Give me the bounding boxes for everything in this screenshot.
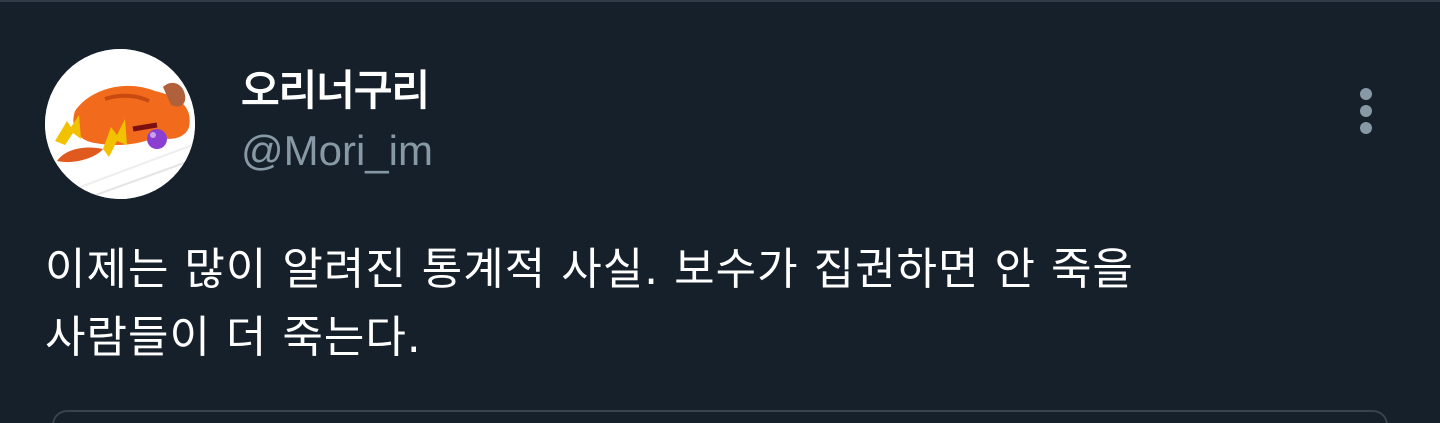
more-vertical-icon-dot-3: [1360, 122, 1372, 134]
more-vertical-icon-dot-2: [1360, 105, 1372, 117]
duck-cartoon-avatar-icon: [45, 49, 195, 199]
top-divider: [0, 0, 1440, 2]
quote-card[interactable]: [52, 410, 1388, 423]
tweet-text-line: 사람들이 더 죽는다.: [45, 312, 422, 363]
author-display-name[interactable]: 오리너구리: [241, 66, 430, 116]
author-handle[interactable]: @Mori_im: [241, 126, 433, 176]
avatar[interactable]: [45, 49, 195, 199]
more-options-button[interactable]: [1346, 80, 1386, 140]
tweet-card: 오리너구리 @Mori_im 이제는 많이 알려진 통계적 사실. 보수가 집권…: [0, 0, 1440, 423]
tweet-text-line: 이제는 많이 알려진 통계적 사실. 보수가 집권하면 안 죽을: [45, 244, 1134, 295]
more-vertical-icon: [1360, 88, 1372, 100]
tweet-text: 이제는 많이 알려진 통계적 사실. 보수가 집권하면 안 죽을 사람들이 더 …: [45, 236, 1375, 372]
